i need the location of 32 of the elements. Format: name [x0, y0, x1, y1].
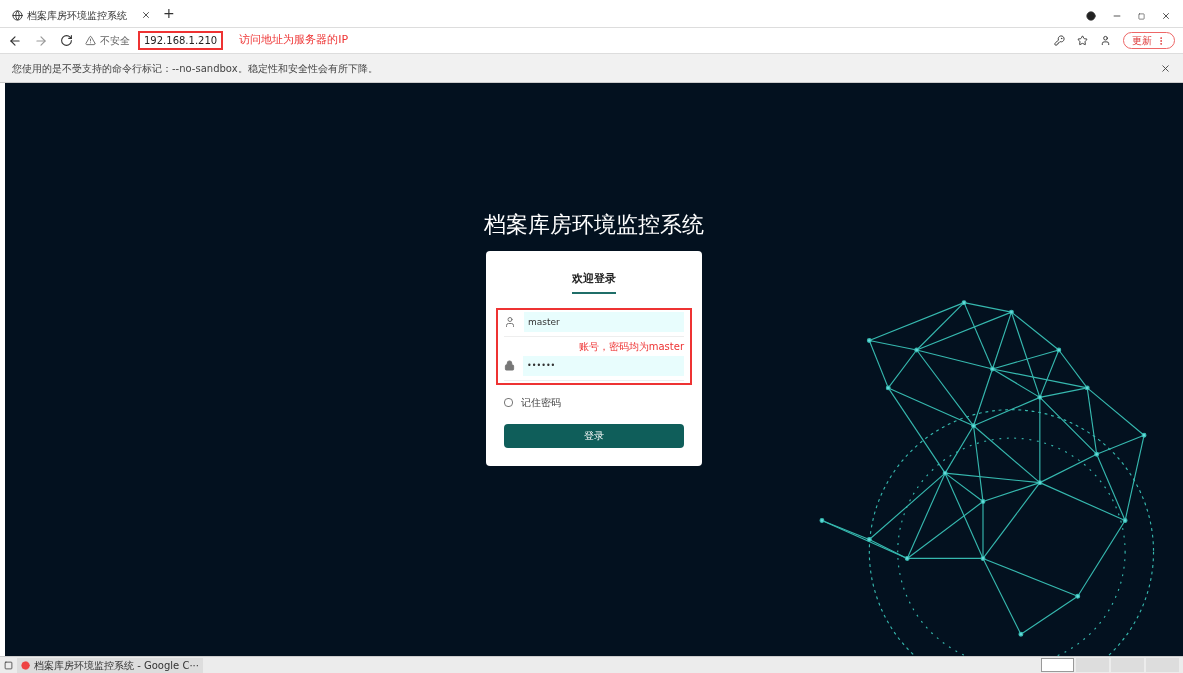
maximize-icon[interactable] [1138, 12, 1145, 20]
annotation-text: 账号，密码均为master [578, 339, 684, 354]
new-tab-button[interactable]: + [163, 3, 175, 24]
bookmark-icon[interactable] [1077, 35, 1088, 46]
remember-label: 记住密码 [521, 395, 561, 410]
globe-icon [12, 9, 23, 21]
login-heading: 欢迎登录 [572, 271, 616, 294]
remember-checkbox[interactable] [504, 397, 513, 407]
password-field[interactable]: •••••• [523, 355, 684, 376]
url-field[interactable]: 192.168.1.210 [138, 31, 224, 50]
close-icon[interactable] [141, 10, 151, 20]
forward-icon[interactable] [34, 33, 48, 48]
username-field[interactable]: master [524, 311, 684, 332]
login-button[interactable]: 登录 [504, 423, 684, 448]
record-icon[interactable] [1086, 11, 1096, 21]
lock-icon [504, 360, 515, 371]
security-label[interactable]: 不安全 [100, 33, 130, 48]
profile-icon[interactable] [1100, 35, 1111, 46]
warning-message: 您使用的是不受支持的命令行标记：--no-sandbox。稳定性和安全性会有所下降。 [12, 61, 378, 76]
reload-icon[interactable] [60, 34, 73, 47]
back-icon[interactable] [8, 33, 22, 48]
browser-icon [21, 660, 30, 670]
page-title: 档案库房环境监控系统 [484, 211, 704, 239]
user-icon [504, 315, 516, 328]
window-switch-icon[interactable] [4, 660, 13, 670]
taskbar-item[interactable]: 档案库房环境监控系统 - Google C··· [17, 657, 203, 673]
close-icon[interactable] [1161, 11, 1171, 21]
workspace-button[interactable] [1041, 658, 1074, 672]
annotation-text: 访问地址为服务器的IP [239, 32, 349, 49]
close-icon[interactable] [1160, 62, 1171, 74]
key-icon[interactable] [1054, 35, 1065, 46]
warning-icon [85, 35, 96, 46]
